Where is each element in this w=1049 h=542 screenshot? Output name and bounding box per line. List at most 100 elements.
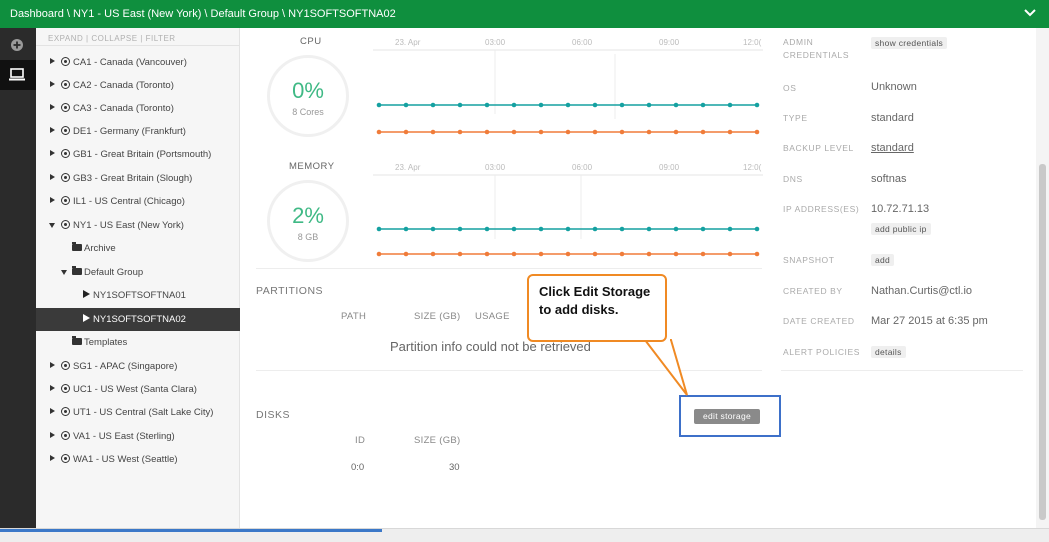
series-point — [646, 102, 652, 108]
series-point — [700, 226, 706, 232]
tree-item-label: NY1SOFTSOFTNA02 — [93, 314, 186, 325]
series-point — [592, 102, 598, 108]
caret-right-icon[interactable] — [50, 408, 55, 414]
datacenter-icon — [61, 126, 70, 135]
caret-right-icon[interactable] — [50, 432, 55, 438]
disk-size: 30 — [449, 462, 460, 473]
caret-right-icon[interactable] — [50, 104, 55, 110]
datacenter-icon — [61, 384, 70, 393]
tree-item-label: Templates — [84, 337, 128, 348]
snapshot-label: SNAPSHOT — [783, 255, 835, 265]
series-point — [565, 251, 571, 257]
tree-item-label: WA1 - US West (Seattle) — [73, 454, 178, 465]
tree-controls[interactable]: EXPAND | COLLAPSE | FILTER — [48, 34, 176, 43]
series-point — [538, 251, 544, 257]
series-point — [457, 129, 463, 135]
caret-right-icon[interactable] — [50, 385, 55, 391]
tree-item-label: CA3 - Canada (Toronto) — [73, 103, 174, 114]
tree-item-ut1[interactable]: UT1 - US Central (Salt Lake City) — [36, 401, 240, 424]
col-id: ID — [355, 435, 366, 446]
alert-policies-label: ALERT POLICIES — [783, 347, 861, 357]
series-point — [565, 226, 571, 232]
series-point — [565, 129, 571, 135]
series-point — [754, 251, 760, 257]
series-point — [673, 102, 679, 108]
add-button[interactable] — [0, 30, 36, 60]
type-label: TYPE — [783, 113, 808, 123]
tree-item-wa1[interactable]: WA1 - US West (Seattle) — [36, 448, 240, 471]
tree-item-server-02[interactable]: NY1SOFTSOFTNA02 — [36, 308, 240, 331]
caret-down-icon[interactable] — [61, 270, 67, 275]
series-point — [457, 226, 463, 232]
series-point — [538, 226, 544, 232]
tree-item-ny1[interactable]: NY1 - US East (New York) — [36, 214, 240, 237]
server-icon — [83, 290, 90, 298]
disk-id: 0:0 — [351, 462, 365, 473]
caret-right-icon[interactable] — [50, 81, 55, 87]
datacenter-icon — [61, 361, 70, 370]
tick-label: 12:0( — [743, 163, 762, 172]
tree-item-label: CA2 - Canada (Toronto) — [73, 80, 174, 91]
tick-label: 06:00 — [572, 38, 593, 47]
series-point — [457, 102, 463, 108]
add-public-ip-button[interactable]: add public ip — [871, 223, 931, 235]
series-point — [511, 102, 517, 108]
caret-right-icon[interactable] — [50, 58, 55, 64]
tree-item-server-01[interactable]: NY1SOFTSOFTNA01 — [36, 284, 240, 307]
tree-item-il1[interactable]: IL1 - US Central (Chicago) — [36, 190, 240, 213]
tree-item-ca2[interactable]: CA2 - Canada (Toronto) — [36, 74, 240, 97]
tree-item-sg1[interactable]: SG1 - APAC (Singapore) — [36, 355, 240, 378]
tree-item-va1[interactable]: VA1 - US East (Sterling) — [36, 425, 240, 448]
caret-right-icon[interactable] — [50, 174, 55, 180]
admin-credentials-label: ADMIN CREDENTIALS — [783, 37, 850, 60]
caret-right-icon[interactable] — [50, 455, 55, 461]
divider — [781, 370, 1023, 371]
tree-item-ca3[interactable]: CA3 - Canada (Toronto) — [36, 97, 240, 120]
show-credentials-button[interactable]: show credentials — [871, 37, 948, 49]
datacenter-icon — [61, 80, 70, 89]
tree-item-uc1[interactable]: UC1 - US West (Santa Clara) — [36, 378, 240, 401]
series-point — [430, 102, 436, 108]
caret-right-icon[interactable] — [50, 362, 55, 368]
folder-icon — [72, 336, 82, 345]
caret-right-icon[interactable] — [50, 197, 55, 203]
series-point — [754, 129, 760, 135]
series-point — [727, 226, 733, 232]
tree-item-archive[interactable]: Archive — [36, 237, 240, 260]
series-point — [619, 129, 625, 135]
series-point — [673, 251, 679, 257]
type-value: standard — [871, 112, 914, 124]
caret-right-icon[interactable] — [50, 127, 55, 133]
caret-right-icon[interactable] — [50, 150, 55, 156]
series-point — [511, 226, 517, 232]
add-snapshot-button[interactable]: add — [871, 254, 895, 266]
divider — [256, 268, 762, 269]
scrollbar[interactable] — [1036, 28, 1049, 528]
datacenter-icon — [61, 173, 70, 182]
tree-item-de1[interactable]: DE1 - Germany (Frankfurt) — [36, 120, 240, 143]
caret-down-icon[interactable] — [49, 223, 55, 228]
disks-title: DISKS — [256, 409, 291, 421]
series-point — [376, 129, 382, 135]
memory-chart: 23. Apr 03:00 06:00 09:00 12:0( — [373, 163, 763, 257]
tree-item-gb3[interactable]: GB3 - Great Britain (Slough) — [36, 167, 240, 190]
series-point — [484, 129, 490, 135]
backup-level-link[interactable]: standard — [871, 142, 914, 154]
tree-item-label: NY1 - US East (New York) — [73, 220, 184, 231]
series-point — [376, 251, 382, 257]
breadcrumb[interactable]: Dashboard \ NY1 - US East (New York) \ D… — [10, 8, 396, 20]
tree-item-default-group[interactable]: Default Group — [36, 261, 240, 284]
dns-label: DNS — [783, 174, 803, 184]
datacenter-icon — [61, 57, 70, 66]
tree-item-ca1[interactable]: CA1 - Canada (Vancouver) — [36, 51, 240, 74]
servers-button[interactable] — [0, 60, 36, 90]
series-point — [673, 226, 679, 232]
date-created-value: Mar 27 2015 at 6:35 pm — [871, 315, 988, 327]
alert-details-button[interactable]: details — [871, 346, 906, 358]
tree-item-templates[interactable]: Templates — [36, 331, 240, 354]
tree-item-gb1[interactable]: GB1 - Great Britain (Portsmouth) — [36, 143, 240, 166]
backup-level-label: BACKUP LEVEL — [783, 143, 854, 153]
scrollbar-thumb[interactable] — [1039, 164, 1046, 520]
tree-item-label: CA1 - Canada (Vancouver) — [73, 57, 187, 68]
chevron-down-icon[interactable] — [1023, 6, 1037, 20]
